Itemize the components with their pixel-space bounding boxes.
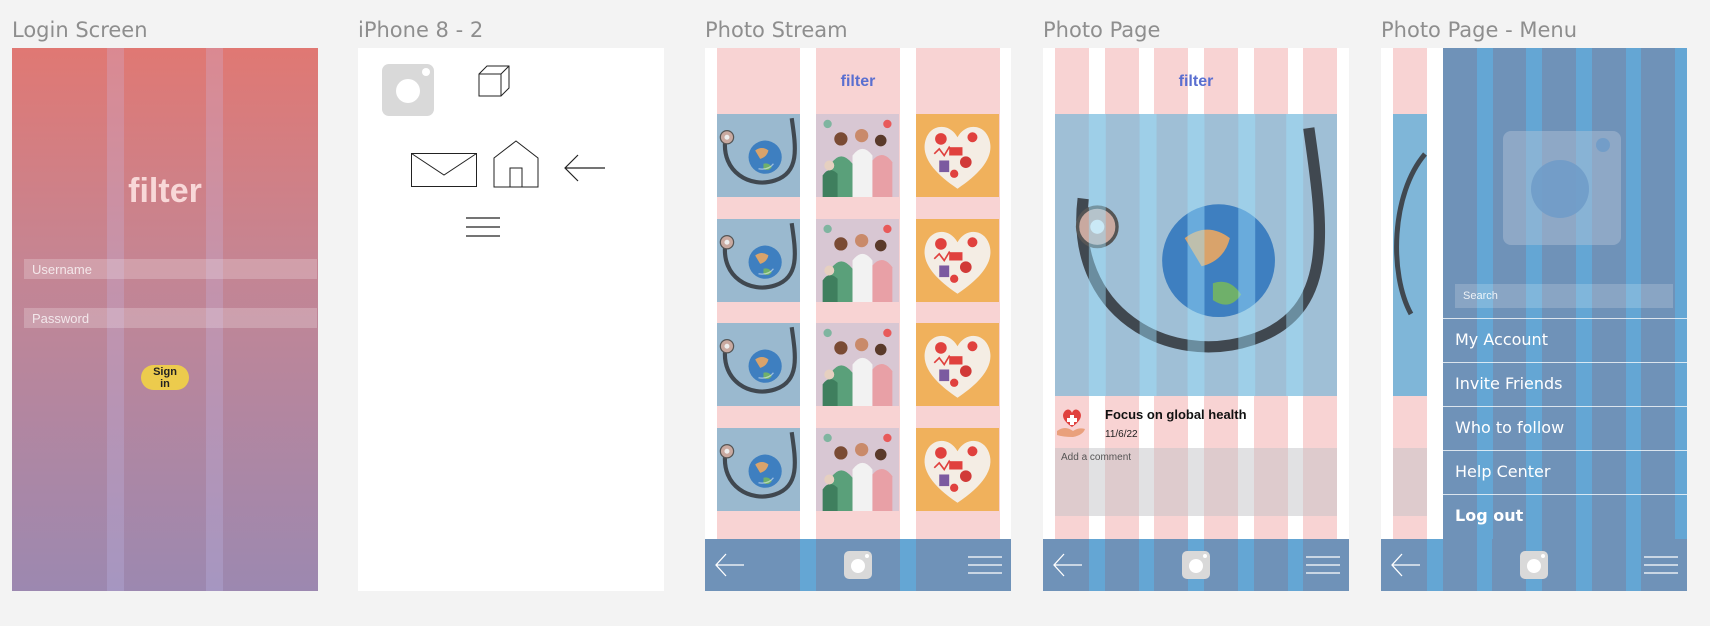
menu-item-log-out[interactable]: Log out: [1443, 494, 1687, 538]
layout-grid-column: [800, 539, 816, 591]
home-icon: [493, 140, 539, 188]
photo-thumbnail[interactable]: [816, 428, 899, 511]
menu-item-invite-friends[interactable]: Invite Friends: [1443, 362, 1687, 406]
camera-icon[interactable]: [844, 551, 872, 579]
menu-item-my-account[interactable]: My Account: [1443, 318, 1687, 362]
camera-icon[interactable]: [1182, 551, 1210, 579]
post-photo-partial: [1381, 114, 1427, 396]
icon-sheet-screen: [358, 48, 664, 591]
photo-thumbnail[interactable]: [717, 219, 800, 302]
hamburger-menu-icon[interactable]: [968, 555, 1002, 575]
back-arrow-icon[interactable]: [1391, 551, 1421, 579]
frame-label-page: Photo Page: [1043, 18, 1161, 42]
back-arrow-icon[interactable]: [1053, 551, 1083, 579]
post-photo[interactable]: [1055, 114, 1337, 396]
hamburger-menu-icon[interactable]: [1306, 555, 1340, 575]
cube-icon: [477, 64, 511, 98]
frame-label-stream: Photo Stream: [705, 18, 848, 42]
layout-grid-column: [1089, 539, 1105, 591]
login-screen: filter Sign in: [12, 48, 318, 591]
photo-thumbnail[interactable]: [816, 323, 899, 406]
photo-thumbnail[interactable]: [916, 114, 999, 197]
layout-grid-column: [1238, 539, 1254, 591]
frame-label-iphone: iPhone 8 - 2: [358, 18, 484, 42]
sign-in-button[interactable]: Sign in: [141, 365, 189, 390]
back-arrow-icon: [564, 154, 606, 182]
photo-page-menu-screen: My Account Invite Friends Who to follow …: [1381, 48, 1687, 591]
frame-label-menu: Photo Page - Menu: [1381, 18, 1578, 42]
photo-thumbnail[interactable]: [916, 428, 999, 511]
post-date: 11/6/22: [1105, 429, 1138, 440]
layout-grid-column: [1477, 539, 1492, 591]
photo-thumbnail[interactable]: [816, 114, 899, 197]
frame-label-login: Login Screen: [12, 18, 148, 42]
photo-thumbnail[interactable]: [916, 219, 999, 302]
menu-item-who-to-follow[interactable]: Who to follow: [1443, 406, 1687, 450]
photo-thumbnail[interactable]: [717, 114, 800, 197]
bottom-nav-bar: [1381, 539, 1687, 591]
envelope-icon: [411, 153, 477, 187]
camera-icon: [1503, 131, 1621, 245]
search-input[interactable]: [1455, 284, 1673, 308]
comment-field-partial: [1393, 448, 1427, 516]
layout-grid-column: [1288, 539, 1303, 591]
side-menu-panel: My Account Invite Friends Who to follow …: [1443, 48, 1687, 591]
camera-icon: [382, 64, 434, 116]
bottom-nav-bar: [705, 539, 1011, 591]
layout-grid-column: [1576, 539, 1592, 591]
layout-grid-column: [1427, 539, 1443, 591]
layout-grid-column: [1626, 539, 1641, 591]
password-field[interactable]: [24, 308, 317, 328]
comment-field[interactable]: [1055, 448, 1337, 516]
post-title: Focus on global health: [1105, 407, 1247, 422]
username-field[interactable]: [24, 259, 317, 279]
camera-icon[interactable]: [1520, 551, 1548, 579]
app-logo: filter: [840, 73, 876, 90]
bottom-nav-bar: [1043, 539, 1349, 591]
photo-thumbnail[interactable]: [717, 323, 800, 406]
photo-thumbnail[interactable]: [816, 219, 899, 302]
heart-hand-icon: [1055, 405, 1089, 439]
menu-item-help-center[interactable]: Help Center: [1443, 450, 1687, 494]
layout-grid-column: [1139, 539, 1154, 591]
photo-page-screen: filter Focus on global health 11/6/22: [1043, 48, 1349, 591]
photo-stream-screen: filter: [705, 48, 1011, 591]
app-logo: filter: [128, 172, 202, 210]
hamburger-menu-icon: [466, 216, 500, 238]
photo-thumbnail[interactable]: [717, 428, 800, 511]
photo-thumbnail[interactable]: [916, 323, 999, 406]
layout-grid-column: [900, 539, 916, 591]
hamburger-menu-icon[interactable]: [1644, 555, 1678, 575]
back-arrow-icon[interactable]: [715, 551, 745, 579]
app-logo: filter: [1178, 73, 1214, 90]
